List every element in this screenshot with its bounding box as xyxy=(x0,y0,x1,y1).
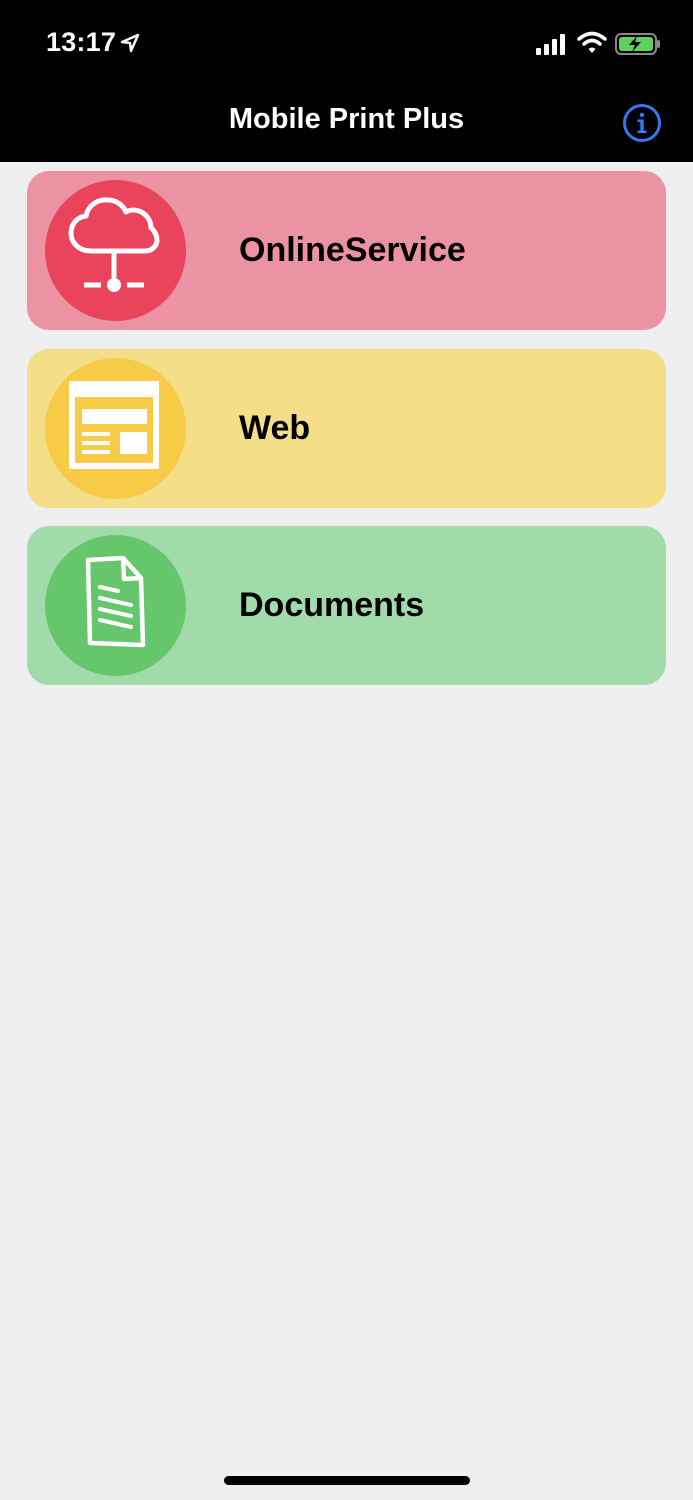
info-button[interactable] xyxy=(622,103,662,143)
menu-item-label: OnlineService xyxy=(239,231,466,269)
document-icon xyxy=(85,555,146,648)
battery-charging-icon xyxy=(614,31,662,62)
web-page-icon xyxy=(69,381,159,469)
menu-item-label: Web xyxy=(239,409,311,447)
menu-item-documents[interactable]: Documents xyxy=(27,526,666,685)
documents-circle xyxy=(45,535,186,676)
web-circle xyxy=(45,358,186,499)
cloud-network-icon xyxy=(68,197,160,292)
menu-item-online-service[interactable]: OnlineService xyxy=(27,171,666,330)
status-time: 13:17 xyxy=(46,27,117,57)
menu-item-label: Documents xyxy=(239,586,425,624)
menu-item-web[interactable]: Web xyxy=(27,349,666,508)
nav-title: Mobile Print Plus xyxy=(228,103,465,135)
online-service-circle xyxy=(45,180,186,321)
info-icon xyxy=(623,104,661,142)
home-indicator[interactable] xyxy=(224,1476,470,1485)
wifi-icon xyxy=(577,31,607,60)
location-arrow-icon xyxy=(120,33,140,58)
top-bar: 13:17 Mobile Print Plus xyxy=(0,0,693,162)
cellular-signal-icon xyxy=(536,33,568,60)
